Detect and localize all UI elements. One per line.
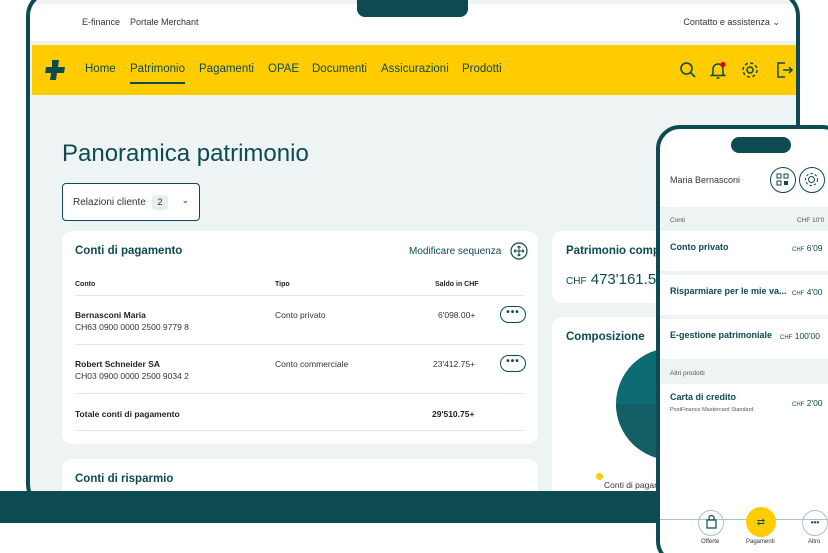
payments-tab-button[interactable]: ⇄ xyxy=(746,507,776,537)
qr-code-icon[interactable] xyxy=(770,167,796,193)
settings-cog-icon[interactable] xyxy=(799,167,825,193)
divider xyxy=(75,393,525,394)
chevron-down-icon: ⌄ xyxy=(181,195,189,205)
credit-card-row[interactable]: Carta di credito PostFinance Mastercard … xyxy=(660,384,828,428)
support-menu[interactable]: Contatto e assistenza ⌄ xyxy=(683,17,780,28)
laptop-camera-notch xyxy=(357,0,468,17)
account-name[interactable]: Robert Schneider SA xyxy=(75,359,160,369)
efinance-link[interactable]: E-finance xyxy=(82,17,120,27)
account-iban: CH03 0900 0000 2500 9034 2 xyxy=(75,371,189,381)
account-iban: CH63 0900 0000 2500 9779 8 xyxy=(75,322,189,332)
phone-user-name: Maria Bernasconi xyxy=(670,175,741,185)
support-label: Contatto e assistenza xyxy=(683,17,770,27)
nav-pagamenti[interactable]: Pagamenti xyxy=(199,63,254,75)
credit-card-amount: CHF 2'00 xyxy=(792,398,823,408)
phone-account-value: 100'00 xyxy=(794,331,820,341)
col-conto: Conto xyxy=(75,281,96,288)
total-assets-amount: 473'161.5 xyxy=(590,271,657,288)
divider xyxy=(75,430,525,431)
phone-account-title: E-gestione patrimoniale xyxy=(670,330,773,340)
row-actions-button[interactable]: ••• xyxy=(500,306,526,323)
col-tipo: Tipo xyxy=(275,281,290,288)
client-relations-label: Relazioni cliente xyxy=(73,197,146,208)
nav-documenti[interactable]: Documenti xyxy=(312,63,367,75)
payment-accounts-card: Conti di pagamento Modificare sequenza C… xyxy=(62,231,538,444)
savings-accounts-title: Conti di risparmio xyxy=(75,473,174,485)
phone-account-amount: CHF 100'00 xyxy=(780,331,820,341)
legend-yellow-dot xyxy=(596,473,603,480)
accounts-section: Conti CHF 10'0 Conto privato CHF 6'09 Ri… xyxy=(660,207,828,367)
credit-card-value: 2'00 xyxy=(806,398,823,408)
credit-card-subtitle: PostFinance Mastercard Standard xyxy=(670,407,754,413)
postfinance-logo-icon[interactable] xyxy=(44,59,66,81)
account-name[interactable]: Bernasconi Maria xyxy=(75,310,146,320)
stage: E-finance Portale Merchant Contatto e as… xyxy=(0,0,828,553)
total-assets-title: Patrimonio comple xyxy=(566,245,670,257)
col-saldo: Saldo in CHF xyxy=(435,281,479,288)
tab-label-pagamenti: Pagamenti xyxy=(746,539,775,545)
phone-account-row[interactable]: E-gestione patrimoniale CHF 100'00 xyxy=(660,319,828,359)
phone-account-title: Risparmiare per le mie va... xyxy=(670,286,787,296)
phone-account-value: 6'09 xyxy=(806,243,823,253)
transfer-arrows-icon: ⇄ xyxy=(756,517,766,528)
client-relations-count: 2 xyxy=(152,195,168,210)
phone-account-currency: CHF xyxy=(780,335,793,341)
row-actions-button[interactable]: ••• xyxy=(500,355,526,372)
phone-account-row[interactable]: Conto privato CHF 6'09 xyxy=(660,231,828,271)
phone-account-amount: CHF 6'09 xyxy=(792,243,823,253)
account-balance: 6'098.00+ xyxy=(438,310,476,320)
accounts-total: CHF 10'0 xyxy=(797,217,825,224)
total-label: Totale conti di pagamento xyxy=(75,409,180,419)
tab-label-offerte: Offerte xyxy=(701,539,720,545)
search-icon[interactable] xyxy=(678,60,698,80)
nav-home[interactable]: Home xyxy=(85,63,116,75)
credit-card-title: Carta di credito xyxy=(670,392,737,402)
offers-tab-button[interactable] xyxy=(698,510,724,536)
account-type: Conto commerciale xyxy=(275,359,349,369)
phone-notch xyxy=(731,137,791,153)
account-type: Conto privato xyxy=(275,310,326,320)
main-nav: Home Patrimonio Pagamenti OPAE Documenti… xyxy=(32,45,796,95)
other-products-label: Altri prodotti xyxy=(670,370,705,377)
divider xyxy=(75,344,525,345)
total-value: 29'510.75+ xyxy=(432,409,475,419)
phone-screen: Maria Bernasconi Conti CHF 10'0 Conto pr… xyxy=(656,125,828,553)
page-title: Panoramica patrimonio xyxy=(62,140,309,167)
phone-account-amount: CHF 4'00 xyxy=(792,287,823,297)
composition-title: Composizione xyxy=(566,331,645,343)
accounts-label: Conti xyxy=(670,217,686,224)
chevron-down-icon: ⌄ xyxy=(772,17,780,27)
total-assets-value: CHF 473'161.5 xyxy=(566,271,656,288)
tab-label-altro: Altro xyxy=(808,539,821,545)
client-relations-select[interactable]: Relazioni cliente 2 ⌄ xyxy=(62,183,200,221)
nav-prodotti[interactable]: Prodotti xyxy=(462,63,502,75)
credit-card-currency: CHF xyxy=(792,402,805,408)
phone-account-title: Conto privato xyxy=(670,242,729,252)
total-assets-currency: CHF xyxy=(566,276,587,287)
nav-opae[interactable]: OPAE xyxy=(268,63,299,75)
nav-assicurazioni[interactable]: Assicurazioni xyxy=(381,63,449,75)
more-tab-button[interactable]: ••• xyxy=(802,510,828,536)
move-icon[interactable] xyxy=(510,242,528,260)
payment-accounts-title: Conti di pagamento xyxy=(75,245,183,257)
more-dots-icon: ••• xyxy=(810,518,820,527)
logout-icon[interactable] xyxy=(774,60,794,80)
shopping-bag-icon xyxy=(705,514,717,529)
edit-sequence-link[interactable]: Modificare sequenza xyxy=(409,246,501,257)
phone-account-row[interactable]: Risparmiare per le mie va... CHF 4'00 xyxy=(660,275,828,315)
phone-account-value: 4'00 xyxy=(806,287,823,297)
divider xyxy=(75,295,525,296)
phone-account-currency: CHF xyxy=(792,247,805,253)
bell-icon[interactable] xyxy=(708,60,728,80)
merchant-portal-link[interactable]: Portale Merchant xyxy=(130,17,199,27)
other-products-section: Altri prodotti Carta di credito PostFina… xyxy=(660,364,828,428)
account-balance: 23'412.75+ xyxy=(433,359,476,369)
phone-account-currency: CHF xyxy=(792,291,805,297)
nav-patrimonio[interactable]: Patrimonio xyxy=(130,63,185,84)
gear-icon[interactable] xyxy=(740,60,760,80)
